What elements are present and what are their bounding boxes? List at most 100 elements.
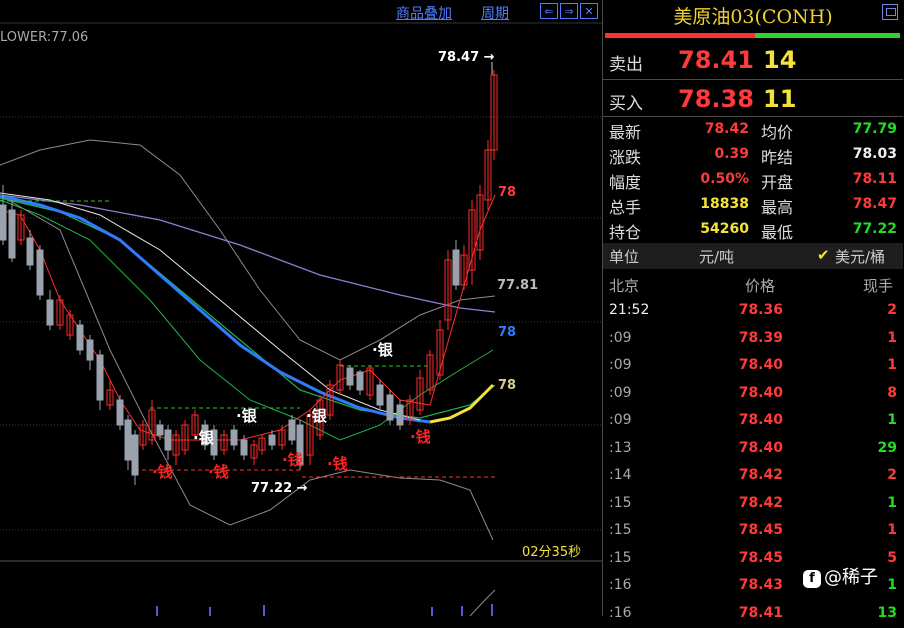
tick-price: 78.45 (738, 549, 783, 566)
candle-body (164, 429, 172, 451)
stat-high: 最高 78.47 (761, 196, 897, 217)
overlay-commodity-link[interactable]: 商品叠加 (396, 3, 452, 23)
unit-label: 单位 (609, 248, 640, 266)
stat-low: 最低 77.22 (761, 221, 897, 242)
tick-volume: 1 (887, 522, 897, 538)
stat-avg-price: 均价 77.79 (761, 121, 897, 142)
tick-row: :15 78.45 1 (603, 518, 903, 545)
candle-body (376, 384, 384, 406)
ask-row[interactable]: 卖出 78.41 14 (603, 42, 903, 76)
candle-body (386, 394, 394, 421)
unit-usd-option[interactable]: 美元/桶 (835, 246, 885, 267)
signal-silver-tag: ·银 (372, 341, 393, 359)
level-label-yellow: 78 (498, 378, 517, 393)
stat-change-pct: 幅度 0.50% (609, 171, 749, 192)
watermark-logo-icon: f (803, 570, 821, 588)
tick-price: 78.42 (738, 467, 783, 483)
period-link[interactable]: 周期 (481, 3, 509, 23)
signal-silver-tag: ·银 (306, 407, 327, 425)
tick-volume: 29 (877, 439, 897, 456)
sell-strength-bar (605, 33, 755, 38)
stat-open: 开盘 78.11 (761, 171, 897, 192)
tick-price: 78.40 (738, 384, 783, 401)
candle-body (0, 204, 7, 241)
tick-row: :09 78.40 1 (603, 353, 903, 380)
lower-band-label: LOWER:77.06 (0, 30, 89, 45)
ask-volume: 14 (763, 46, 797, 74)
candle-body (131, 434, 139, 476)
price-chart-canvas[interactable] (0, 0, 602, 616)
tick-row: :14 78.42 2 (603, 463, 903, 490)
tick-time: :15 (609, 549, 632, 566)
candle-body (396, 404, 404, 426)
signal-silver-tag: ·银 (236, 407, 257, 425)
unit-cny-option[interactable]: 元/吨 (699, 246, 734, 267)
candle-body (124, 419, 132, 461)
bid-row[interactable]: 买入 78.38 11 (603, 81, 903, 115)
tick-time: :09 (609, 412, 632, 428)
tick-time: :14 (609, 467, 632, 483)
tick-row: :15 78.42 1 (603, 491, 903, 518)
tick-volume: 1 (887, 329, 897, 346)
tick-row: :16 78.41 13 (603, 601, 903, 628)
tick-time: 21:52 (609, 302, 650, 318)
tick-price: 78.45 (738, 522, 783, 538)
ma-blue-line (0, 194, 431, 424)
signal-money-tag: ·钱 (282, 451, 303, 469)
candle-body (452, 249, 460, 286)
tick-volume: 1 (887, 412, 897, 428)
tick-time: :09 (609, 329, 632, 346)
window-restore-icon[interactable] (882, 4, 898, 20)
tick-time: :16 (609, 604, 632, 621)
header-price: 价格 (745, 277, 776, 295)
tick-time: :09 (609, 384, 632, 401)
candle-body (76, 324, 84, 351)
unit-selector[interactable]: 单位 元/吨 ✔ 美元/桶 (603, 243, 903, 269)
candle-body (36, 249, 44, 296)
stat-total-volume: 总手 18838 (609, 196, 749, 217)
tick-time: :15 (609, 494, 632, 511)
candle-body (156, 424, 164, 436)
tick-price: 78.39 (738, 329, 783, 346)
kline-chart[interactable]: 商品叠加 周期 ⇐ ⇒ ✕ LOWER:77.06 78.47 → 77.22 … (0, 0, 602, 616)
tick-time: :16 (609, 577, 632, 593)
buy-strength-bar (755, 33, 900, 38)
next-arrow-icon[interactable]: ⇒ (560, 3, 578, 19)
header-time: 北京 (609, 277, 640, 295)
signal-money-tag: ·钱 (152, 463, 173, 481)
tick-price: 78.42 (738, 494, 783, 511)
candle-body (26, 237, 34, 266)
tick-volume: 1 (887, 494, 897, 511)
close-icon[interactable]: ✕ (580, 3, 598, 19)
bid-price: 78.38 (678, 85, 754, 113)
tick-price: 78.43 (738, 577, 783, 593)
tick-volume: 2 (887, 467, 897, 483)
tick-price: 78.41 (738, 604, 783, 621)
tick-time: :09 (609, 357, 632, 373)
ma-yellow-line (429, 383, 495, 424)
tick-row: :09 78.39 1 (603, 326, 903, 353)
ma-green-line (0, 197, 496, 419)
tick-row: :13 78.40 29 (603, 436, 903, 463)
candle-body (46, 299, 54, 326)
tick-volume: 1 (887, 577, 897, 593)
candle-body (86, 339, 94, 361)
candle-body (8, 209, 16, 259)
tick-time: :15 (609, 522, 632, 538)
prev-arrow-icon[interactable]: ⇐ (540, 3, 558, 19)
ma-purple-line (0, 194, 496, 313)
countdown-timer: 02分35秒 (522, 545, 582, 560)
low-price-marker: 77.22 → (251, 481, 308, 496)
stat-change: 涨跌 0.39 (609, 146, 749, 167)
signal-silver-tag: ·银 (193, 429, 214, 447)
check-icon: ✔ (817, 246, 830, 264)
candle-body (96, 354, 104, 401)
upper-band-line (0, 139, 496, 361)
ask-price: 78.41 (678, 46, 754, 74)
tick-row: :09 78.40 1 (603, 408, 903, 435)
bid-volume: 11 (763, 85, 797, 113)
candle-body (268, 434, 276, 446)
quote-panel: 美原油03(CONH) 卖出 78.41 14 买入 78.38 11 最新 7… (602, 0, 904, 621)
signal-money-tag: ·钱 (410, 428, 431, 446)
stat-open-interest: 持仓 54260 (609, 221, 749, 242)
